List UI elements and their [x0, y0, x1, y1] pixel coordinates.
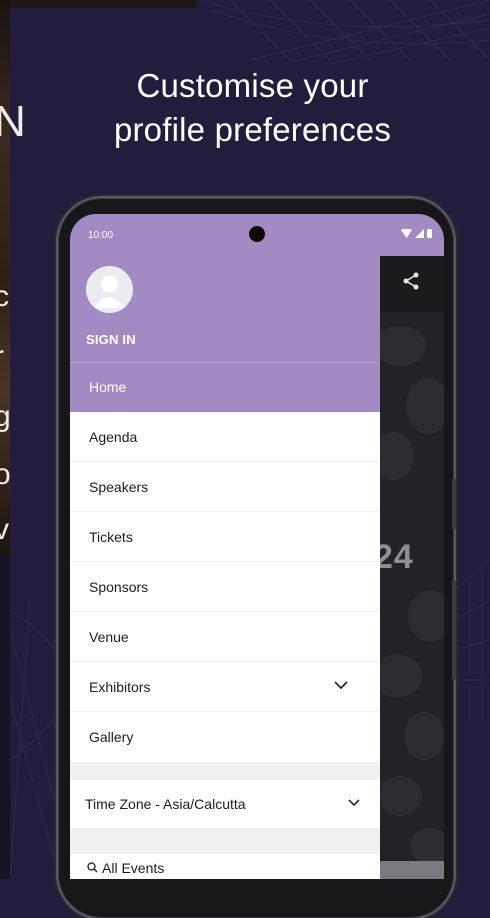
menu-item-label: Home — [89, 379, 127, 395]
status-bar: 10:00 — [70, 214, 444, 256]
chevron-down-icon[interactable] — [334, 681, 348, 690]
status-time: 10:00 — [88, 230, 114, 241]
search-icon — [87, 862, 98, 873]
headline-line-1: Customise your — [136, 67, 369, 104]
menu-item-label: Exhibitors — [89, 679, 151, 695]
background-app-topbar — [380, 256, 444, 312]
signal-icon — [415, 228, 424, 238]
background-app: 24 — [380, 256, 444, 879]
share-icon[interactable] — [402, 272, 420, 290]
menu-item-label: Tickets — [89, 529, 133, 545]
left-photo-fade — [0, 555, 10, 879]
navigation-drawer: SIGN IN Home Agenda Speakers Tickets Spo… — [70, 256, 380, 879]
all-events-link[interactable]: All Events — [70, 854, 380, 879]
background-app-number: 24 — [380, 538, 414, 576]
phone-side-button — [452, 580, 456, 680]
menu-item-gallery[interactable]: Gallery — [70, 712, 380, 762]
drawer-divider-band — [70, 828, 380, 854]
menu-item-label: Venue — [89, 629, 129, 645]
drawer-header: SIGN IN — [70, 256, 380, 362]
photo-glyph: v — [0, 513, 9, 546]
user-avatar-icon[interactable] — [86, 266, 133, 313]
background-app-bottom-bar — [380, 861, 444, 879]
timezone-label: Time Zone - Asia/Calcutta — [85, 796, 246, 812]
drawer-menu-list: Agenda Speakers Tickets Sponsors Venue E… — [70, 412, 380, 762]
menu-item-label: Gallery — [89, 729, 134, 745]
chevron-down-icon — [348, 799, 360, 807]
sign-in-link[interactable]: SIGN IN — [86, 332, 136, 347]
menu-item-agenda[interactable]: Agenda — [70, 412, 380, 462]
photo-glyph: o — [0, 458, 11, 491]
headline: Customise your profile preferences — [0, 64, 490, 152]
status-icons — [401, 228, 432, 238]
photo-glyph: c — [0, 280, 9, 313]
menu-item-label: Speakers — [89, 479, 149, 495]
menu-item-sponsors[interactable]: Sponsors — [70, 562, 380, 612]
menu-item-exhibitors[interactable]: Exhibitors — [70, 662, 380, 712]
phone-screen: 10:00 24 SIGN IN Home Agenda Speakers Ti… — [70, 214, 444, 879]
all-events-label: All Events — [102, 860, 165, 876]
photo-glyph: g — [0, 400, 11, 433]
front-camera — [249, 226, 265, 242]
menu-item-speakers[interactable]: Speakers — [70, 462, 380, 512]
menu-item-label: Sponsors — [89, 579, 149, 595]
wifi-icon — [401, 228, 412, 238]
person-icon — [94, 275, 125, 308]
menu-item-home[interactable]: Home — [70, 362, 380, 412]
menu-item-venue[interactable]: Venue — [70, 612, 380, 662]
drawer-divider-band — [70, 762, 380, 780]
phone-side-button — [452, 478, 456, 530]
photo-glyph: r — [0, 342, 4, 372]
left-photo-strip-top — [10, 0, 196, 8]
menu-item-tickets[interactable]: Tickets — [70, 512, 380, 562]
timezone-selector[interactable]: Time Zone - Asia/Calcutta — [70, 780, 380, 828]
headline-line-2: profile preferences — [113, 111, 392, 148]
menu-item-label: Agenda — [89, 429, 138, 445]
battery-icon — [427, 229, 432, 238]
